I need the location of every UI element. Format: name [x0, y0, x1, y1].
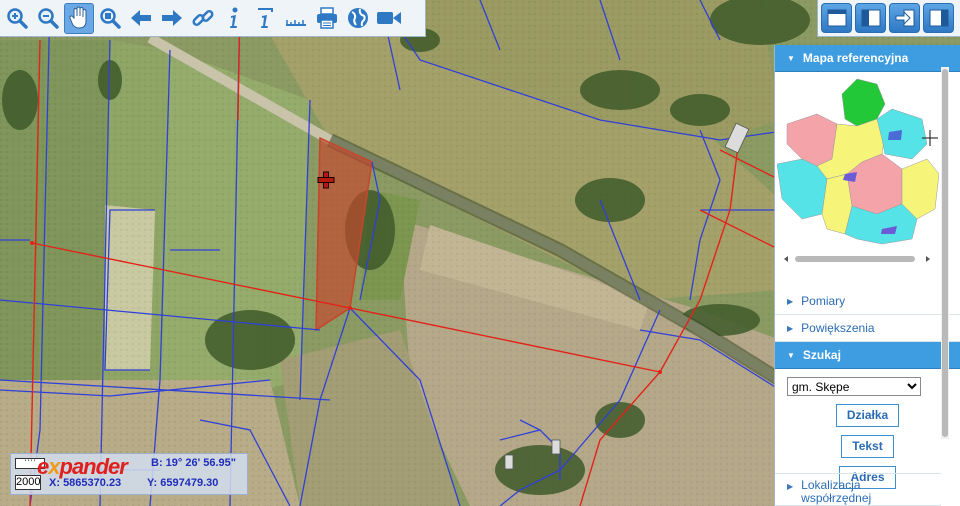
zoom-area-icon [100, 8, 121, 29]
horizontal-scrollbar [784, 256, 930, 262]
expand-triangle-icon: ▶ [787, 323, 794, 333]
forward-button[interactable] [157, 3, 187, 34]
zoom-out-icon [38, 8, 59, 29]
panel-item-lokalizacja[interactable]: ▶ Lokalizacja współrzędnej [775, 473, 941, 506]
layout-full-button[interactable] [821, 3, 852, 33]
search-parcel-button[interactable]: Działka [835, 404, 900, 427]
municipality-select[interactable]: gm. Skępe [787, 377, 921, 396]
link-icon [192, 9, 214, 27]
pan-hand-icon [69, 6, 87, 29]
search-section: gm. Skępe [775, 369, 960, 396]
search-text-button[interactable]: Tekst [841, 435, 894, 458]
panel-item-label: Pomiary [801, 294, 846, 308]
back-button[interactable] [126, 3, 156, 34]
scale-value[interactable]: 2000 [15, 475, 41, 490]
reference-map[interactable] [775, 72, 960, 245]
pan-button[interactable] [64, 2, 94, 34]
layout-left-panel-icon [861, 9, 880, 27]
layout-full-icon [827, 9, 846, 27]
panel-item-powiekszenia[interactable]: ▶ Powiększenia [775, 315, 960, 342]
panel-item-label: Szukaj [802, 348, 841, 362]
layout-right-panel-icon [929, 9, 948, 27]
forward-arrow-icon [162, 10, 182, 26]
print-icon [317, 7, 337, 29]
zoom-out-button[interactable] [33, 3, 63, 34]
video-button[interactable] [374, 3, 404, 34]
panel-item-label: Powiększenia [801, 321, 875, 335]
layout-export-button[interactable] [889, 3, 920, 33]
side-panel: ▼ Mapa referencyjna ▶ Pomiary ▶ Powiększ… [774, 45, 960, 506]
collapse-triangle-icon: ▼ [787, 350, 795, 360]
link-button[interactable] [188, 3, 218, 34]
scroll-left-icon [784, 256, 788, 262]
collapse-triangle-icon: ▼ [787, 53, 795, 63]
y-label: Y: [147, 477, 158, 489]
ref-map-header[interactable]: ▼ Mapa referencyjna [775, 45, 960, 72]
x-value: 5865370.23 [63, 477, 122, 489]
info-edit-button[interactable] [250, 3, 280, 34]
latitude-row: B: 19° 26' 56.95" [151, 457, 236, 469]
scroll-thumb[interactable] [942, 69, 948, 437]
info-edit-icon [258, 8, 273, 28]
x-label: X: [49, 477, 60, 489]
layout-left-panel-button[interactable] [855, 3, 886, 33]
latitude-value: 19° 26' 56.95" [165, 457, 237, 469]
layout-export-icon [895, 9, 914, 27]
back-arrow-icon [131, 10, 151, 26]
y-value: 6597479.30 [160, 477, 219, 489]
reference-map-svg [776, 78, 940, 245]
video-camera-icon [377, 12, 401, 24]
ref-map-title: Mapa referencyjna [802, 51, 909, 65]
measure-ruler-icon [286, 20, 306, 26]
ref-map-hscrollbar[interactable] [783, 251, 931, 262]
panel-item-szukaj[interactable]: ▼ Szukaj [775, 342, 960, 369]
info-button[interactable] [219, 3, 249, 34]
print-button[interactable] [312, 3, 342, 34]
y-row: Y: 6597479.30 [147, 477, 218, 489]
map-toolbar [0, 0, 426, 37]
layout-right-panel-button[interactable] [923, 3, 954, 33]
info-icon [230, 7, 238, 28]
layout-toolbar [817, 0, 960, 37]
x-row: X: 5865370.23 [49, 477, 121, 489]
panel-item-pomiary[interactable]: ▶ Pomiary [775, 288, 960, 315]
coordinates-box: ' ' ' ' B: 19° 26' 56.95" expander 2000 … [10, 453, 248, 495]
zoom-in-icon [7, 8, 28, 29]
expand-triangle-icon: ▶ [787, 296, 794, 306]
latitude-label: B: [151, 457, 163, 469]
panel-item-label: Lokalizacja współrzędnej [801, 478, 872, 505]
scroll-right-icon [926, 256, 930, 262]
globe-icon [348, 8, 368, 28]
globe-button[interactable] [343, 3, 373, 34]
panel-vscrollbar[interactable] [941, 67, 949, 439]
zoom-in-button[interactable] [2, 3, 32, 34]
expand-triangle-icon: ▶ [787, 482, 794, 491]
measure-button[interactable] [281, 3, 311, 34]
zoom-area-button[interactable] [95, 3, 125, 34]
